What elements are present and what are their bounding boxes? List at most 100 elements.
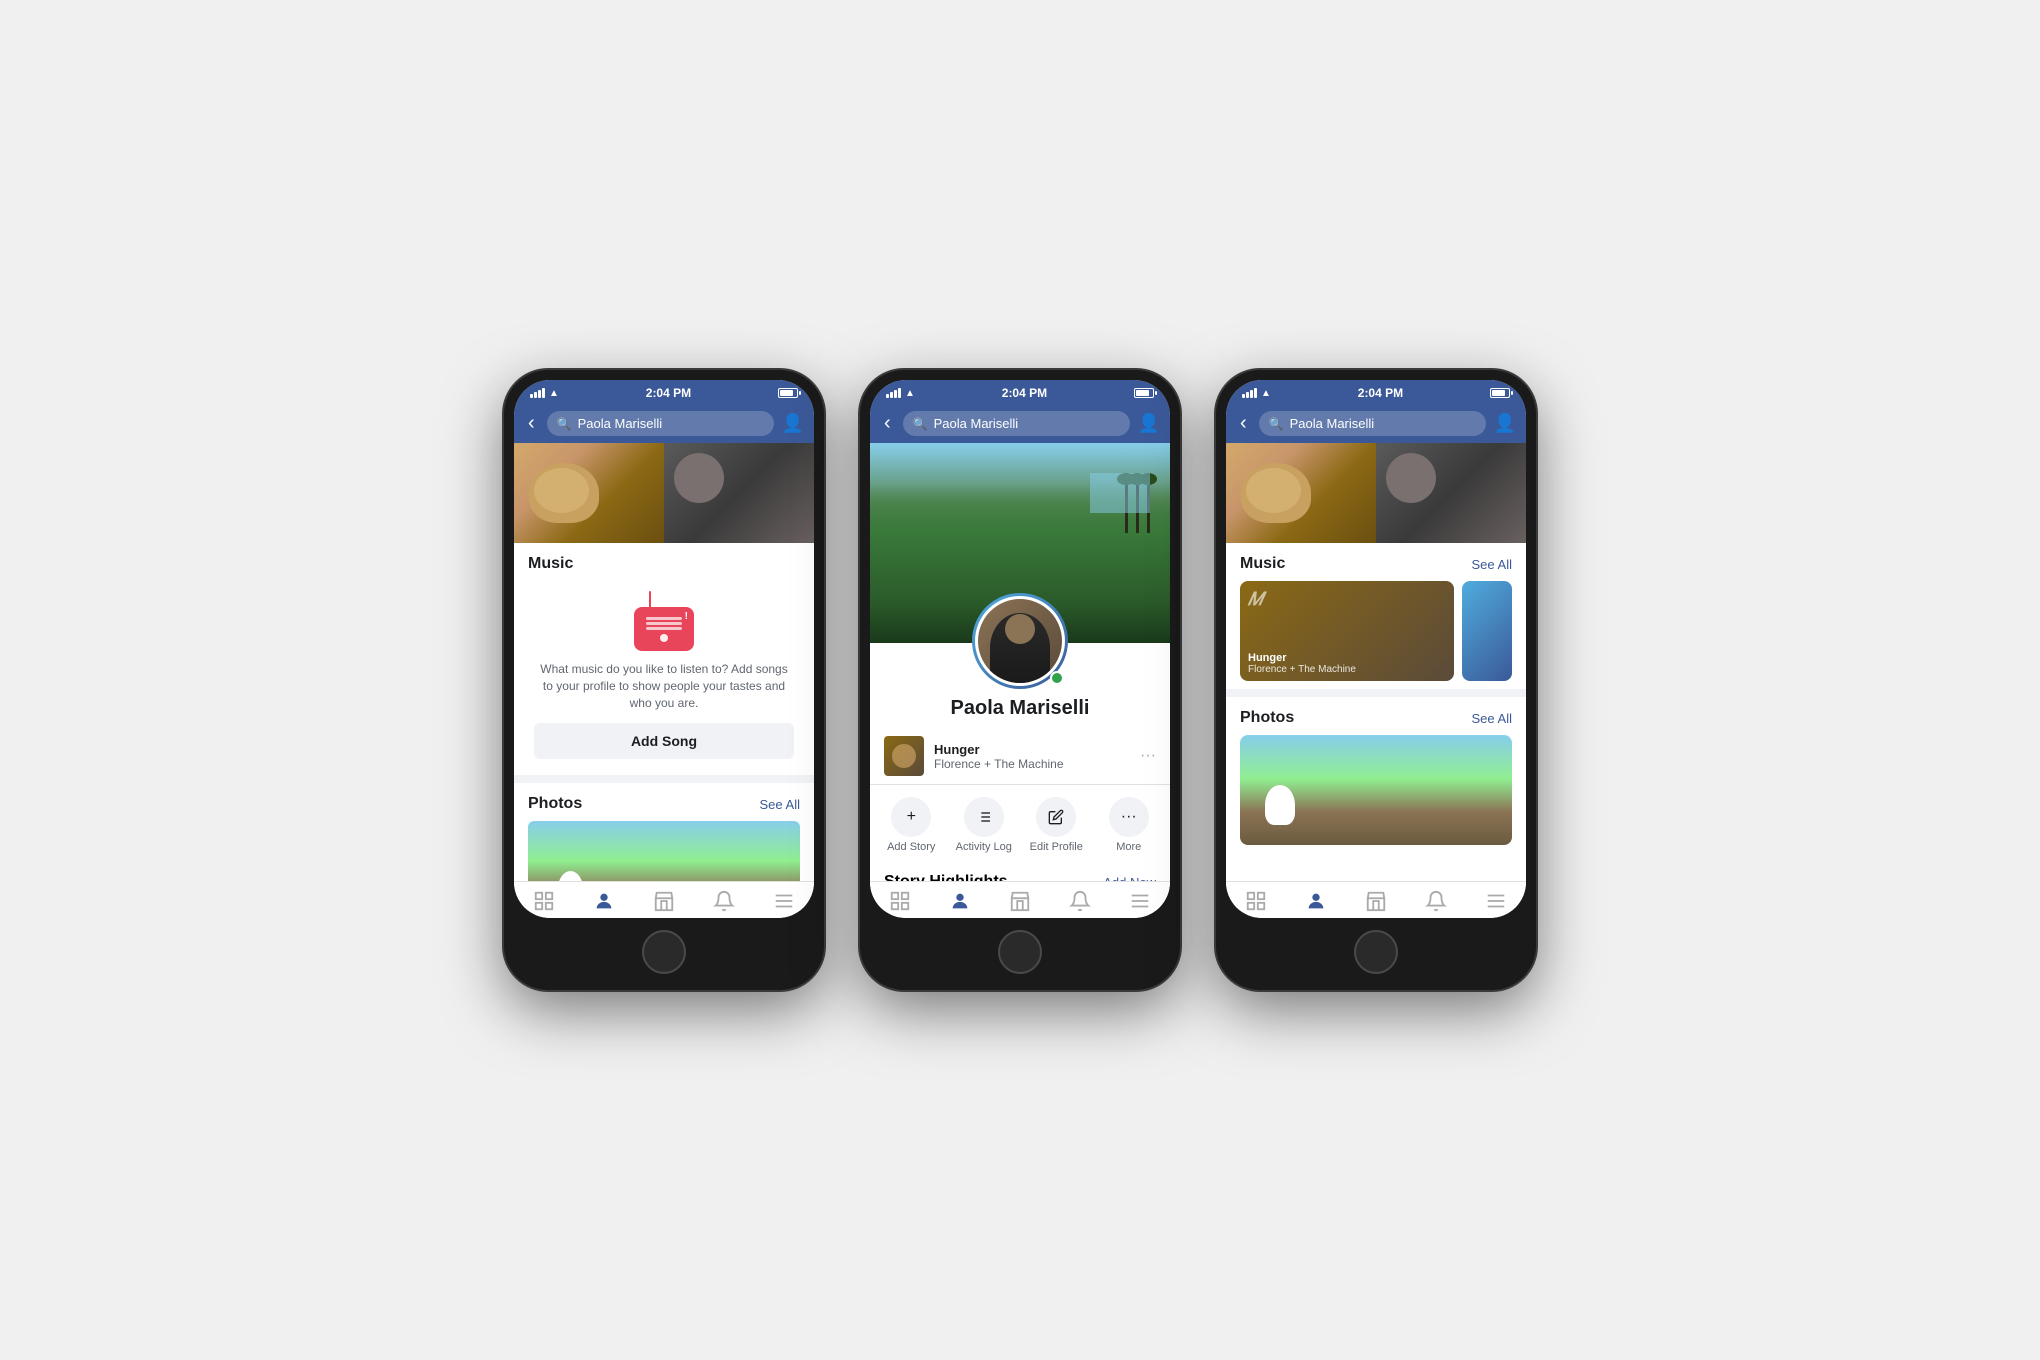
tab-marketplace-3[interactable] xyxy=(1365,890,1387,912)
activity-log-button[interactable]: Activity Log xyxy=(951,797,1018,853)
edit-profile-label: Edit Profile xyxy=(1030,841,1083,853)
photos-title-3: Photos xyxy=(1240,709,1294,727)
photos-header-1: Photos See All xyxy=(514,783,814,821)
music-card-main[interactable]: 𝑀 Hunger Florence + The Machine xyxy=(1240,581,1454,681)
action-row: + Add Story Activity Log Edit Profile xyxy=(870,785,1170,865)
search-bar-2[interactable]: 🔍 Paola Mariselli xyxy=(903,411,1130,436)
exclamation-icon: ! xyxy=(685,611,688,622)
more-label: More xyxy=(1116,841,1141,853)
music-artist: Florence + The Machine xyxy=(934,757,1130,771)
radio-line-3 xyxy=(646,627,682,630)
tab-profile-1[interactable] xyxy=(593,890,615,912)
more-button[interactable]: ··· More xyxy=(1096,797,1163,853)
photos-title-1: Photos xyxy=(528,795,582,813)
music-empty-state: ! What music do you like to listen to? A… xyxy=(514,581,814,775)
music-title-3: Music xyxy=(1240,555,1285,573)
profile-icon-3[interactable]: 👤 xyxy=(1494,413,1516,434)
cover-photo-dog2 xyxy=(664,443,814,543)
photo-grid-3[interactable] xyxy=(1240,735,1512,845)
music-info: Hunger Florence + The Machine xyxy=(934,742,1130,771)
status-time-2: 2:04 PM xyxy=(1002,386,1047,400)
status-bar-3: ▲ 2:04 PM xyxy=(1226,380,1526,404)
tab-marketplace-2[interactable] xyxy=(1009,890,1031,912)
divider-1 xyxy=(514,775,814,783)
profile-section-2: Paola Mariselli xyxy=(870,593,1170,728)
avatar-ring xyxy=(972,593,1068,689)
back-button-3[interactable]: ‹ xyxy=(1236,410,1251,437)
edit-profile-button[interactable]: Edit Profile xyxy=(1023,797,1090,853)
status-left-2: ▲ xyxy=(886,388,915,399)
radio-line-1 xyxy=(646,617,682,620)
wifi-icon-2: ▲ xyxy=(905,388,915,399)
signal-icon-2 xyxy=(886,388,901,398)
search-text-2: Paola Mariselli xyxy=(934,416,1019,431)
phone-bottom-2 xyxy=(870,918,1170,980)
cover-photos-3 xyxy=(1226,443,1526,543)
tab-marketplace-1[interactable] xyxy=(653,890,675,912)
music-thumbnail xyxy=(884,736,924,776)
photos-see-all-3[interactable]: See All xyxy=(1472,711,1512,726)
profile-icon-2[interactable]: 👤 xyxy=(1138,413,1160,434)
add-story-button[interactable]: + Add Story xyxy=(878,797,945,853)
palm-1 xyxy=(1125,473,1128,533)
tab-bar-2 xyxy=(870,881,1170,918)
music-description: What music do you like to listen to? Add… xyxy=(534,661,794,711)
divider-3 xyxy=(1226,689,1526,697)
tab-notifications-2[interactable] xyxy=(1069,890,1091,912)
music-card-artist: Florence + The Machine xyxy=(1248,664,1446,675)
tab-news-feed-3[interactable] xyxy=(1245,890,1267,912)
search-icon-1: 🔍 xyxy=(557,417,572,431)
search-icon-3: 🔍 xyxy=(1269,417,1284,431)
battery-icon-2 xyxy=(1134,388,1154,398)
home-button-1[interactable] xyxy=(642,930,686,974)
music-header-3: Music See All xyxy=(1226,543,1526,581)
add-story-icon: + xyxy=(891,797,931,837)
scene: ▲ 2:04 PM ‹ 🔍 Paola Mariselli 👤 xyxy=(464,330,1576,1030)
music-see-all-3[interactable]: See All xyxy=(1472,557,1512,572)
tab-menu-1[interactable] xyxy=(773,890,795,912)
edit-profile-icon xyxy=(1036,797,1076,837)
add-story-label: Add Story xyxy=(887,841,935,853)
home-button-3[interactable] xyxy=(1354,930,1398,974)
music-card-secondary[interactable] xyxy=(1462,581,1512,681)
status-right-1 xyxy=(778,388,798,398)
palm-2 xyxy=(1136,473,1139,533)
photos-header-3: Photos See All xyxy=(1226,697,1526,735)
cover-photo-dog4 xyxy=(1376,443,1526,543)
tab-news-feed-2[interactable] xyxy=(889,890,911,912)
tab-notifications-1[interactable] xyxy=(713,890,735,912)
tab-profile-2[interactable] xyxy=(949,890,971,912)
music-more-button[interactable]: ··· xyxy=(1140,747,1156,765)
search-icon-2: 🔍 xyxy=(913,417,928,431)
tab-menu-2[interactable] xyxy=(1129,890,1151,912)
nav-bar-2: ‹ 🔍 Paola Mariselli 👤 xyxy=(870,404,1170,443)
online-indicator xyxy=(1050,671,1064,685)
radio-body: ! xyxy=(634,607,694,651)
status-right-2 xyxy=(1134,388,1154,398)
music-section-title-1: Music xyxy=(514,543,814,581)
wifi-icon: ▲ xyxy=(549,388,559,399)
status-right-3 xyxy=(1490,388,1510,398)
profile-icon-1[interactable]: 👤 xyxy=(782,413,804,434)
back-button-1[interactable]: ‹ xyxy=(524,410,539,437)
tab-news-feed-1[interactable] xyxy=(533,890,555,912)
tab-profile-3[interactable] xyxy=(1305,890,1327,912)
status-bar-2: ▲ 2:04 PM xyxy=(870,380,1170,404)
search-bar-3[interactable]: 🔍 Paola Mariselli xyxy=(1259,411,1486,436)
photos-see-all-1[interactable]: See All xyxy=(760,797,800,812)
m-logo: 𝑀 xyxy=(1248,589,1263,610)
music-card-overlay: Hunger Florence + The Machine xyxy=(1248,652,1446,675)
search-bar-1[interactable]: 🔍 Paola Mariselli xyxy=(547,411,774,436)
back-button-2[interactable]: ‹ xyxy=(880,410,895,437)
tab-notifications-3[interactable] xyxy=(1425,890,1447,912)
add-song-button[interactable]: Add Song xyxy=(534,723,794,759)
phone-3: ▲ 2:04 PM ‹ 🔍 Paola Mariselli 👤 xyxy=(1216,370,1536,990)
palm-3 xyxy=(1147,473,1150,533)
photo-thumbnail-1[interactable] xyxy=(528,821,800,881)
battery-icon xyxy=(778,388,798,398)
radio-icon: ! xyxy=(629,591,699,651)
home-button-2[interactable] xyxy=(998,930,1042,974)
phone-bottom-1 xyxy=(514,918,814,980)
tab-menu-3[interactable] xyxy=(1485,890,1507,912)
palm-trees xyxy=(870,453,1170,533)
